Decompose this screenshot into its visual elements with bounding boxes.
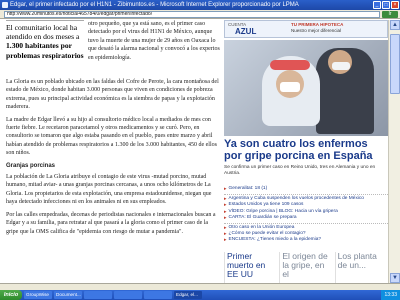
related-link[interactable]: ▸ ENCUESTA: ¿Tienes miedo a la epidemia? <box>224 237 388 243</box>
window-controls: _ □ × <box>373 1 399 9</box>
scroll-down-icon[interactable]: ▼ <box>390 273 400 283</box>
system-tray-clock: 13:33 <box>381 290 400 300</box>
address-bar: http://www.20minutos.es/noticia/465784/0… <box>0 10 400 19</box>
taskbar-item[interactable]: Document... <box>54 291 82 299</box>
maximize-button[interactable]: □ <box>382 1 390 9</box>
teaser-link[interactable]: El origen de la gripe, en el <box>279 252 332 283</box>
news-photo[interactable] <box>224 40 388 136</box>
minimize-button[interactable]: _ <box>373 1 381 9</box>
close-button[interactable]: × <box>391 1 399 9</box>
pullquote-line-2: 1.300 habitantes por problemas respirato… <box>6 41 84 60</box>
taskbar-item[interactable] <box>144 291 172 299</box>
pullquote-line-1: El comunitario local ha atendido en dos … <box>6 23 80 42</box>
scroll-thumb[interactable] <box>390 34 400 94</box>
photo-adult-mask <box>332 62 350 70</box>
related-link-label: ENCUESTA: ¿Tienes miedo a la epidemia? <box>228 237 322 243</box>
ad-right-line-1: TU PRIMERA HIPOTECA <box>291 22 344 27</box>
related-link[interactable]: ▸ Generalitat: 18 (1) <box>224 186 388 192</box>
related-link-label: CARTA: El Guardián se prepara <box>228 214 297 220</box>
page-content: El comunitario local ha atendido en dos … <box>0 20 388 283</box>
sidebar-summary: Se confirma un primer caso en Reino Unid… <box>224 165 376 176</box>
ad-banner[interactable]: CUENTA AZUL TU PRIMERA HIPOTECA Nuestro … <box>224 20 388 38</box>
ie-icon <box>2 2 8 8</box>
article-lead: otro pequeño, que ya está sano, es el pr… <box>88 21 220 61</box>
article-paragraph: La Gloria es un poblado ubicado en las f… <box>6 79 219 111</box>
taskbar-item[interactable] <box>84 291 112 299</box>
photo-child-headband <box>270 60 310 70</box>
go-button[interactable]: Ir <box>382 10 398 18</box>
ad-right-line-2: Nuestro mejor diferencial <box>291 28 342 33</box>
bullet-icon: ▸ <box>224 237 227 244</box>
article-paragraph: Por las calles empedradas, decenas de pe… <box>6 211 216 235</box>
taskbar-item[interactable] <box>114 291 142 299</box>
bullet-icon: ▸ <box>224 214 227 221</box>
pullquote: El comunitario local ha atendido en dos … <box>6 20 84 60</box>
article-paragraph: La madre de Edgar llevó a su hijo al con… <box>6 116 217 157</box>
status-bar <box>0 283 400 290</box>
sidebar-headline[interactable]: Ya son cuatro los enfermos por gripe por… <box>224 138 388 162</box>
article: El comunitario local ha atendido en dos … <box>0 20 222 283</box>
teaser-link[interactable]: Los planta de un... <box>334 252 388 283</box>
related-link[interactable]: ▸ Otro caso en la Unión Europea <box>224 223 388 231</box>
related-links: ▸ Generalitat: 18 (1) ▸ Argentina y Cuba s… <box>224 186 388 244</box>
taskbar-item[interactable]: GroupWise <box>24 291 52 299</box>
vertical-scrollbar[interactable]: ▲ ▼ <box>388 20 400 283</box>
sidebar: CUENTA AZUL TU PRIMERA HIPOTECA Nuestro … <box>224 20 388 283</box>
scroll-up-icon[interactable]: ▲ <box>390 20 400 30</box>
address-input[interactable]: http://www.20minutos.es/noticia/465784/0… <box>4 10 380 18</box>
related-link[interactable]: ▸ CARTA: El Guardián se prepara <box>224 215 388 221</box>
bullet-icon: ▸ <box>224 186 227 192</box>
related-link-label: Generalitat: 18 (1) <box>228 186 268 191</box>
article-subhead: Granjas porcinas <box>6 162 56 169</box>
photo-child-mask <box>280 82 300 92</box>
teaser-link[interactable]: Primer muerto en EE UU <box>224 252 277 283</box>
bottom-teasers: Primer muerto en EE UU El origen de la g… <box>224 252 388 283</box>
window-title: Edgar, el primer infectado por el H1N1 -… <box>10 2 299 8</box>
window-title-bar: Edgar, el primer infectado por el H1N1 -… <box>0 0 400 10</box>
taskbar: Inicio GroupWise Document... Edgar, el..… <box>0 290 400 300</box>
taskbar-item-active[interactable]: Edgar, el... <box>174 291 202 299</box>
article-paragraph: La población de La Gloria atribuye el co… <box>6 174 212 206</box>
start-button[interactable]: Inicio <box>0 290 22 300</box>
article-body: La Gloria es un poblado ubicado en las f… <box>6 78 220 240</box>
ad-brand: AZUL <box>235 27 257 36</box>
